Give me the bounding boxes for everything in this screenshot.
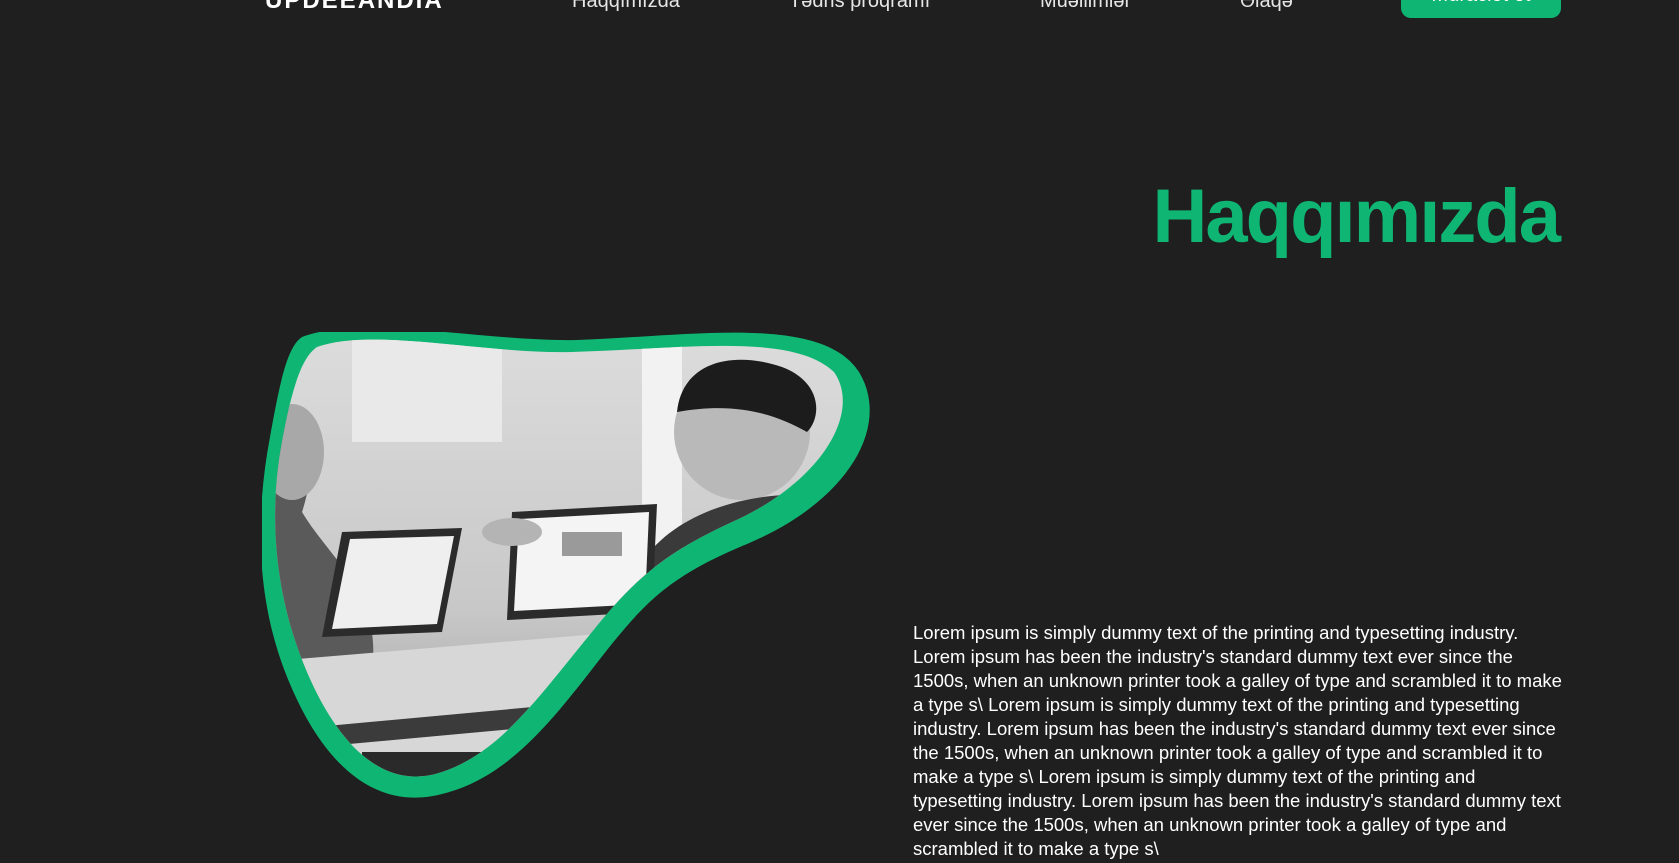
- nav-link-about[interactable]: Haqqımızda: [572, 0, 680, 14]
- about-description: Lorem ipsum is simply dummy text of the …: [913, 622, 1562, 859]
- site-logo[interactable]: UPDEEANDIA: [265, 0, 444, 16]
- apply-button[interactable]: Müraciət et: [1401, 0, 1561, 18]
- nav-link-curriculum[interactable]: Tədris proqramı: [789, 0, 930, 14]
- about-team-image: [262, 332, 870, 798]
- top-navigation: UPDEEANDIA Haqqımızda Tədris proqramı Mü…: [0, 0, 1679, 20]
- about-section-title: Haqqımızda: [1152, 174, 1561, 259]
- nav-link-contact[interactable]: Əlaqə: [1240, 0, 1293, 14]
- nav-link-teachers[interactable]: Müəllimlər: [1040, 0, 1131, 14]
